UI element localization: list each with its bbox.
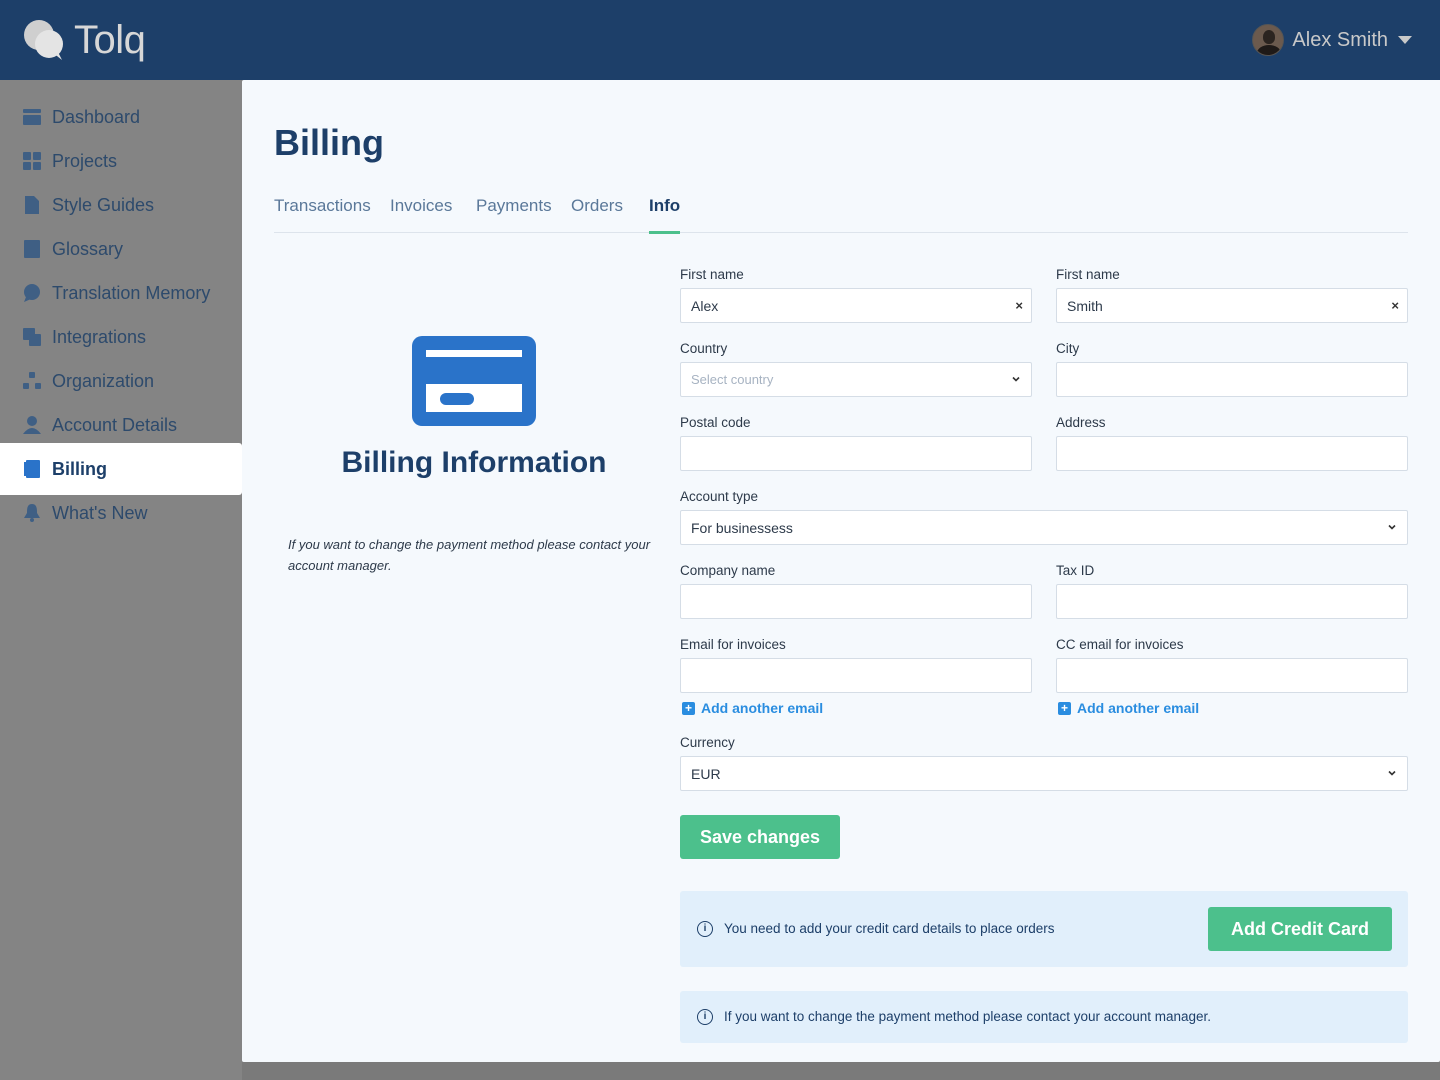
tab-transactions[interactable]: Transactions — [274, 196, 371, 233]
add-credit-card-button[interactable]: Add Credit Card — [1208, 907, 1392, 951]
document-icon — [22, 195, 42, 215]
add-cc-email-link[interactable]: + Add another email — [1058, 700, 1199, 716]
billing-info-title: Billing Information — [341, 446, 607, 479]
currency-select[interactable]: EUR — [680, 756, 1408, 791]
address-field[interactable] — [1056, 436, 1408, 471]
sidebar-item-label: Billing — [52, 458, 107, 479]
tab-invoices[interactable]: Invoices — [390, 196, 452, 233]
payment-method-message: If you want to change the payment method… — [724, 1009, 1212, 1024]
user-name: Alex Smith — [1292, 28, 1388, 51]
clear-icon[interactable]: × — [1015, 298, 1023, 313]
last-name-label: First name — [1056, 267, 1120, 282]
country-placeholder: Select country — [691, 372, 774, 387]
postal-code-field[interactable] — [680, 436, 1032, 471]
last-name-field[interactable]: Smith × — [1056, 288, 1408, 323]
sidebar-item-label: Dashboard — [52, 106, 141, 127]
currency-label: Currency — [680, 735, 735, 750]
chevron-down-icon — [1388, 770, 1396, 776]
sidebar-item-label: What's New — [52, 502, 148, 523]
tab-info[interactable]: Info — [649, 196, 681, 234]
add-email-link[interactable]: + Add another email — [682, 700, 823, 716]
info-icon: i — [697, 1009, 713, 1025]
company-name-label: Company name — [680, 563, 776, 578]
city-label: City — [1056, 341, 1080, 356]
hierarchy-icon — [22, 371, 42, 391]
tab-orders[interactable]: Orders — [571, 196, 623, 233]
credit-card-icon — [412, 336, 536, 426]
sidebar: Dashboard Projects Style Guides Glossary… — [0, 80, 242, 1080]
logo[interactable]: Tolq — [22, 16, 146, 64]
account-type-label: Account type — [680, 489, 759, 504]
address-label: Address — [1056, 415, 1106, 430]
book-icon — [22, 239, 42, 259]
chevron-down-icon — [1388, 524, 1396, 530]
user-menu[interactable]: Alex Smith — [1252, 24, 1412, 56]
account-type-select[interactable]: For businessess — [680, 510, 1408, 545]
add-email-text: Add another email — [701, 700, 824, 716]
tab-payments[interactable]: Payments — [476, 196, 552, 233]
logo-bubbles-icon — [24, 20, 63, 60]
first-name-field[interactable]: Alex × — [680, 288, 1032, 323]
payment-method-notice: i If you want to change the payment meth… — [680, 991, 1408, 1043]
chevron-down-icon — [1012, 376, 1020, 382]
plus-icon: + — [1058, 701, 1071, 715]
chevron-down-icon — [1398, 36, 1412, 44]
save-button[interactable]: Save changes — [680, 815, 840, 859]
city-field[interactable] — [1056, 362, 1408, 397]
tax-id-label: Tax ID — [1056, 563, 1095, 578]
sidebar-item-label: Account Details — [52, 414, 178, 435]
avatar — [1252, 24, 1285, 56]
top-bar: Tolq Alex Smith — [0, 0, 1440, 80]
first-name-label: First name — [680, 267, 744, 282]
billing-note: If you want to change the payment method… — [288, 537, 651, 573]
sidebar-item-label: Organization — [52, 370, 155, 391]
currency-value: EUR — [691, 765, 721, 782]
layers-icon — [22, 327, 42, 347]
page-title: Billing — [274, 122, 384, 163]
postal-code-label: Postal code — [680, 415, 751, 430]
bell-icon — [22, 503, 42, 523]
add-cc-email-text: Add another email — [1077, 700, 1200, 716]
cc-email-field[interactable] — [1056, 658, 1408, 693]
cc-email-label: CC email for invoices — [1056, 637, 1184, 652]
tax-id-field[interactable] — [1056, 584, 1408, 619]
company-name-field[interactable] — [680, 584, 1032, 619]
last-name-value: Smith — [1067, 297, 1103, 314]
sidebar-item-label: Integrations — [52, 326, 147, 347]
clear-icon[interactable]: × — [1391, 298, 1399, 313]
email-field[interactable] — [680, 658, 1032, 693]
first-name-value: Alex — [691, 297, 719, 314]
tab-bar: Transactions Invoices Payments Orders In… — [274, 196, 1408, 234]
sidebar-item-label: Projects — [52, 150, 118, 171]
sidebar-item-label: Translation Memory — [52, 282, 211, 303]
account-type-value: For businessess — [691, 519, 793, 536]
plus-icon: + — [682, 701, 695, 715]
country-select[interactable]: Select country — [680, 362, 1032, 397]
chat-bubble-icon — [22, 283, 42, 303]
sidebar-item-label: Style Guides — [52, 194, 155, 215]
receipt-icon — [22, 459, 42, 479]
user-icon — [22, 415, 42, 435]
sidebar-item-label: Glossary — [52, 238, 124, 259]
credit-card-message: You need to add your credit card details… — [724, 921, 1055, 936]
credit-card-notice: i You need to add your credit card detai… — [680, 891, 1408, 967]
logo-text: Tolq — [74, 18, 146, 62]
email-label: Email for invoices — [680, 637, 786, 652]
country-label: Country — [680, 341, 728, 356]
dashboard-icon — [22, 107, 42, 127]
sidebar-item-whats-new[interactable]: What's New — [0, 487, 242, 539]
grid-icon — [22, 151, 42, 171]
panel-footer-shadow — [242, 1062, 1440, 1080]
info-icon: i — [697, 921, 713, 937]
